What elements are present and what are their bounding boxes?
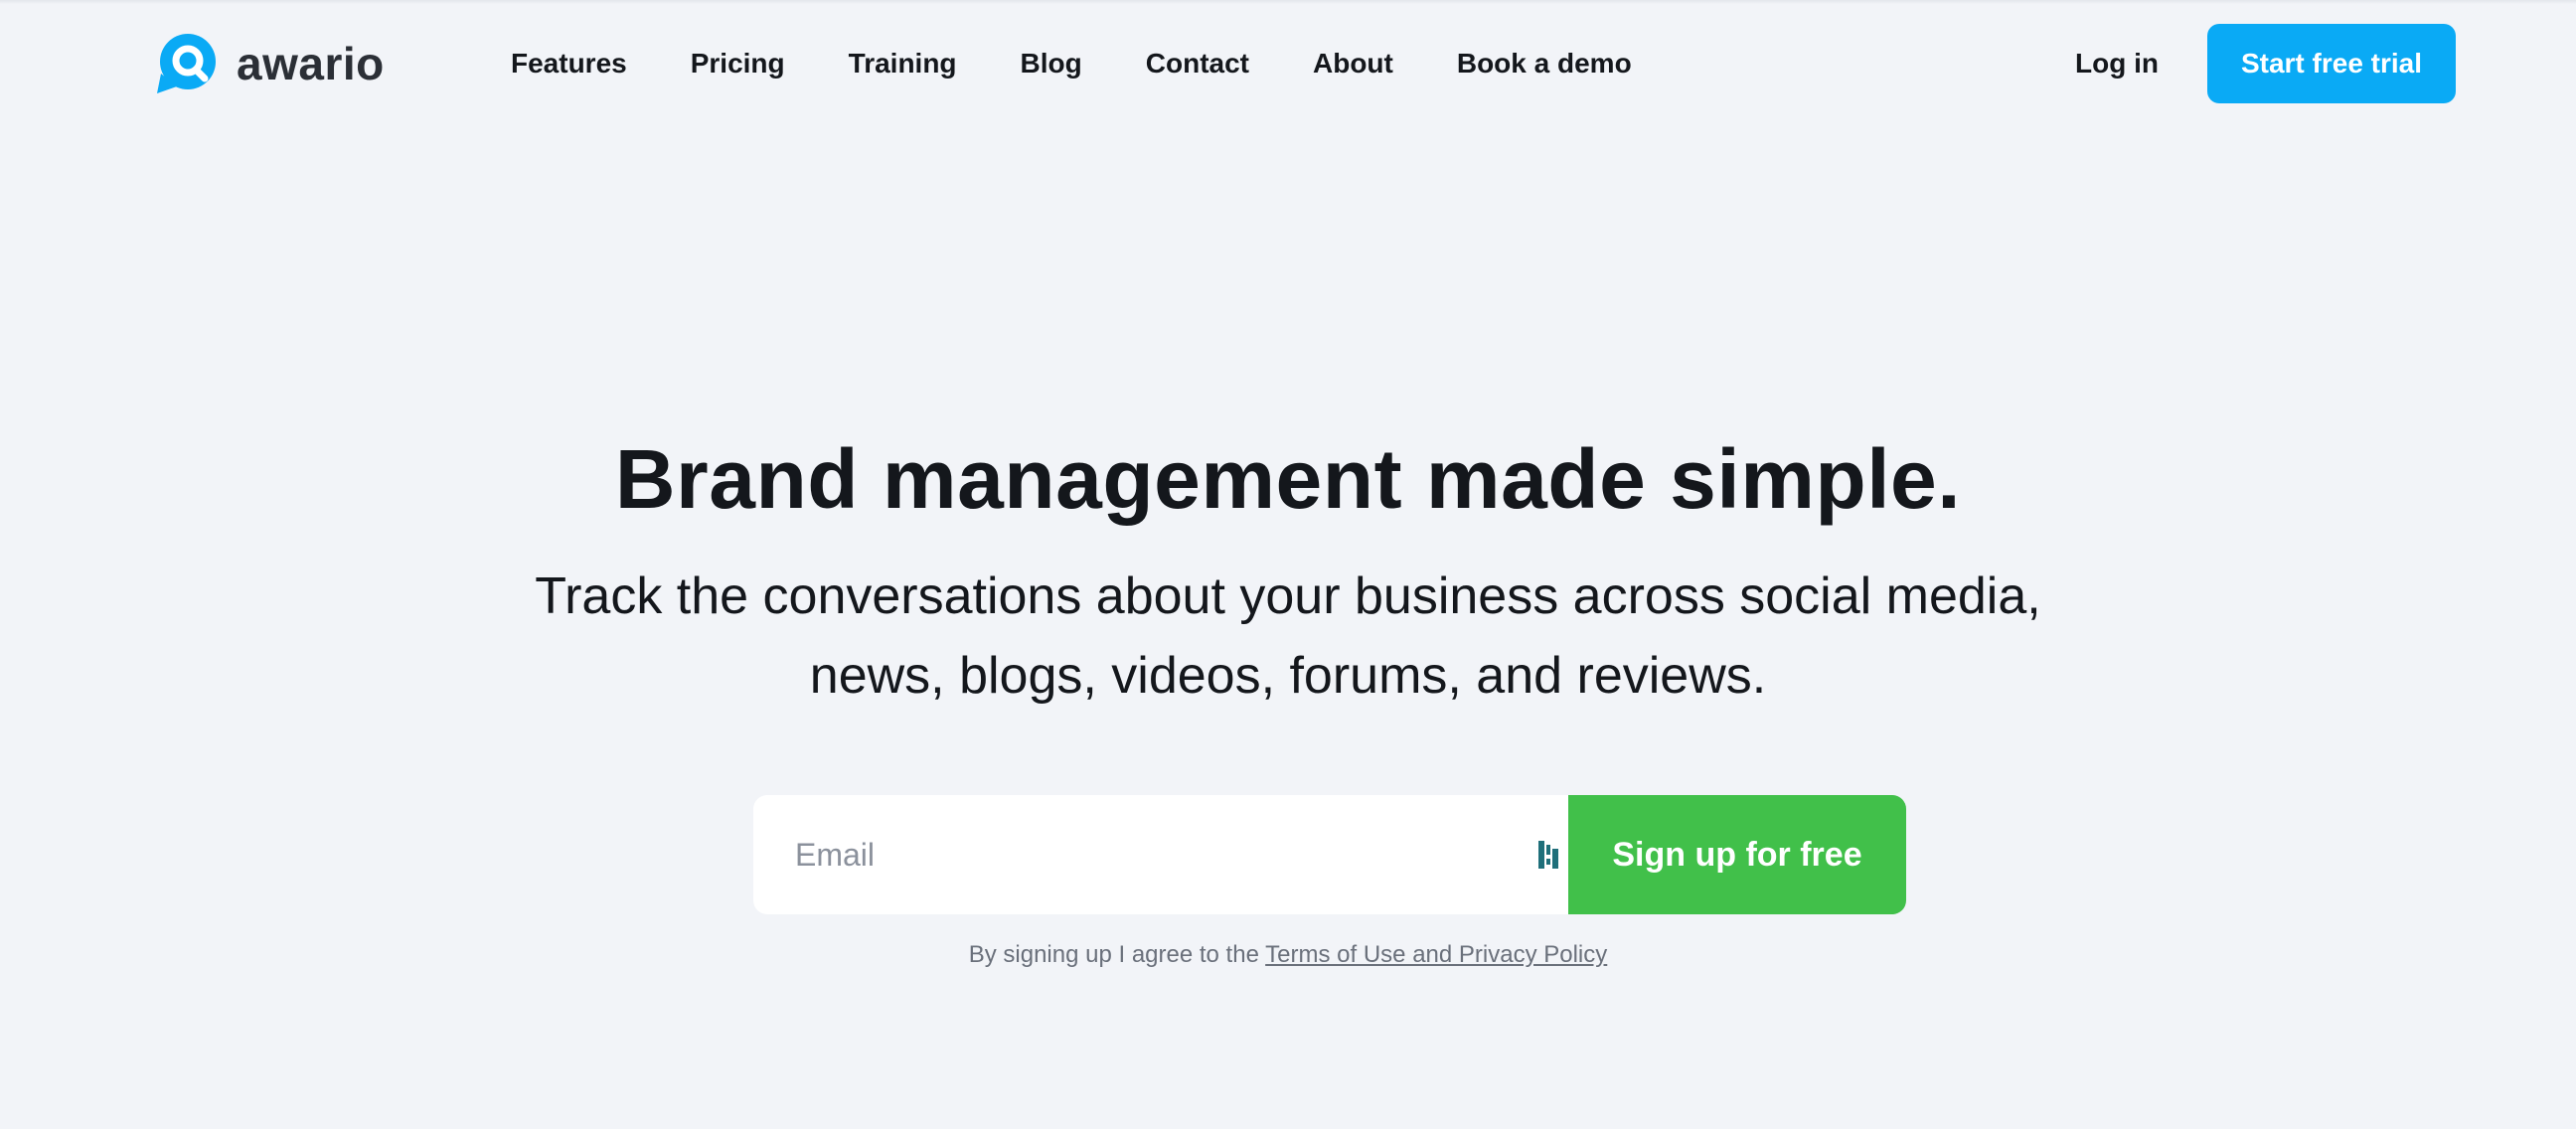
- hero-subtitle-line-2: news, blogs, videos, forums, and reviews…: [809, 647, 1767, 705]
- nav-training[interactable]: Training: [849, 40, 957, 87]
- nav-features[interactable]: Features: [511, 40, 627, 87]
- email-input[interactable]: [753, 795, 1568, 914]
- nav-book-demo[interactable]: Book a demo: [1457, 40, 1632, 87]
- nav-pricing[interactable]: Pricing: [691, 40, 785, 87]
- hero-subtitle-line-1: Track the conversations about your busin…: [535, 567, 2041, 625]
- nav-blog[interactable]: Blog: [1021, 40, 1082, 87]
- signup-form: Sign up for free: [753, 795, 1906, 914]
- password-manager-icon[interactable]: [1536, 839, 1560, 871]
- terms-link[interactable]: Terms of Use and Privacy Policy: [1265, 941, 1607, 968]
- awario-logo[interactable]: awario: [155, 32, 385, 95]
- login-link[interactable]: Log in: [2075, 40, 2159, 87]
- nav-contact[interactable]: Contact: [1146, 40, 1249, 87]
- terms-notice: By signing up I agree to the Terms of Us…: [0, 938, 2576, 972]
- site-header: awario Features Pricing Training Blog Co…: [0, 0, 2576, 127]
- main-nav: Features Pricing Training Blog Contact A…: [511, 40, 1632, 87]
- nav-about[interactable]: About: [1313, 40, 1393, 87]
- start-free-trial-button[interactable]: Start free trial: [2207, 24, 2456, 103]
- logo-wordmark: awario: [237, 38, 385, 89]
- sign-up-button[interactable]: Sign up for free: [1568, 795, 1906, 914]
- terms-prefix: By signing up I agree to the: [968, 941, 1266, 968]
- hero-title: Brand management made simple.: [614, 432, 1962, 526]
- hero-subtitle: Track the conversations about your busin…: [493, 557, 2083, 716]
- speech-bubble-magnifier-icon: [157, 34, 216, 93]
- email-field-wrapper: [753, 795, 1568, 914]
